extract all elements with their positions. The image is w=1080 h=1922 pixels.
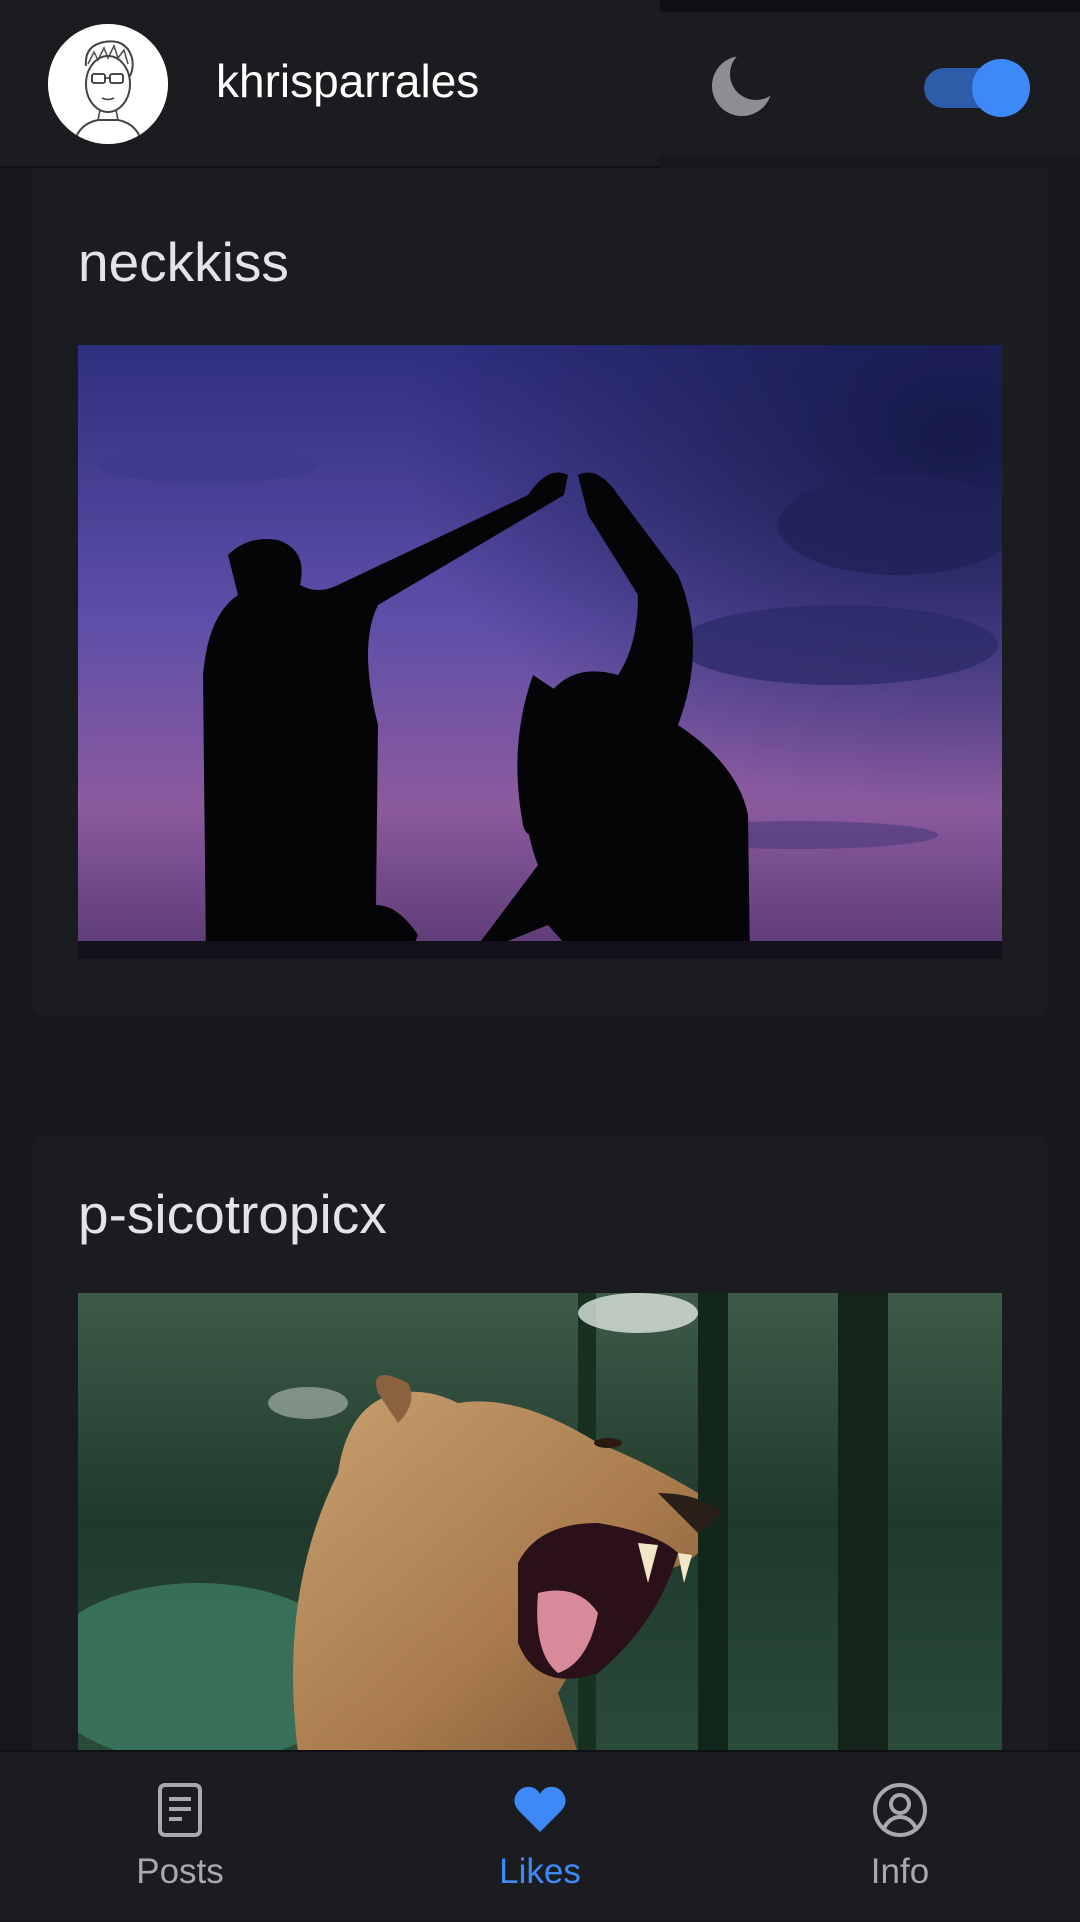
nav-item-posts[interactable]: Posts bbox=[0, 1752, 360, 1922]
nav-item-info[interactable]: Info bbox=[720, 1752, 1080, 1922]
post-card: neckkiss bbox=[32, 168, 1048, 1016]
post-image[interactable] bbox=[78, 1293, 1002, 1753]
silhouette-couple-image bbox=[78, 345, 1002, 959]
post-author[interactable]: neckkiss bbox=[78, 230, 289, 294]
avatar-sketch-image bbox=[48, 24, 168, 144]
moon-icon bbox=[706, 50, 778, 122]
heart-icon bbox=[514, 1786, 566, 1832]
post-author[interactable]: p-sicotropicx bbox=[78, 1182, 387, 1246]
nav-label-likes: Likes bbox=[499, 1852, 581, 1891]
bottom-navigation: Posts Likes Info bbox=[0, 1750, 1080, 1920]
nav-item-likes[interactable]: Likes bbox=[360, 1752, 720, 1922]
toggle-knob bbox=[972, 59, 1030, 117]
header-edge bbox=[660, 0, 1080, 12]
nav-label-info: Info bbox=[870, 1852, 930, 1891]
avatar[interactable] bbox=[48, 24, 168, 144]
username-label: khrisparrales bbox=[216, 55, 480, 107]
post-image[interactable] bbox=[78, 345, 1002, 959]
lioness-image bbox=[78, 1293, 1002, 1753]
document-icon bbox=[158, 1783, 202, 1837]
user-circle-icon bbox=[873, 1783, 927, 1837]
dark-mode-toggle[interactable] bbox=[922, 54, 1032, 117]
nav-label-posts: Posts bbox=[136, 1852, 224, 1891]
